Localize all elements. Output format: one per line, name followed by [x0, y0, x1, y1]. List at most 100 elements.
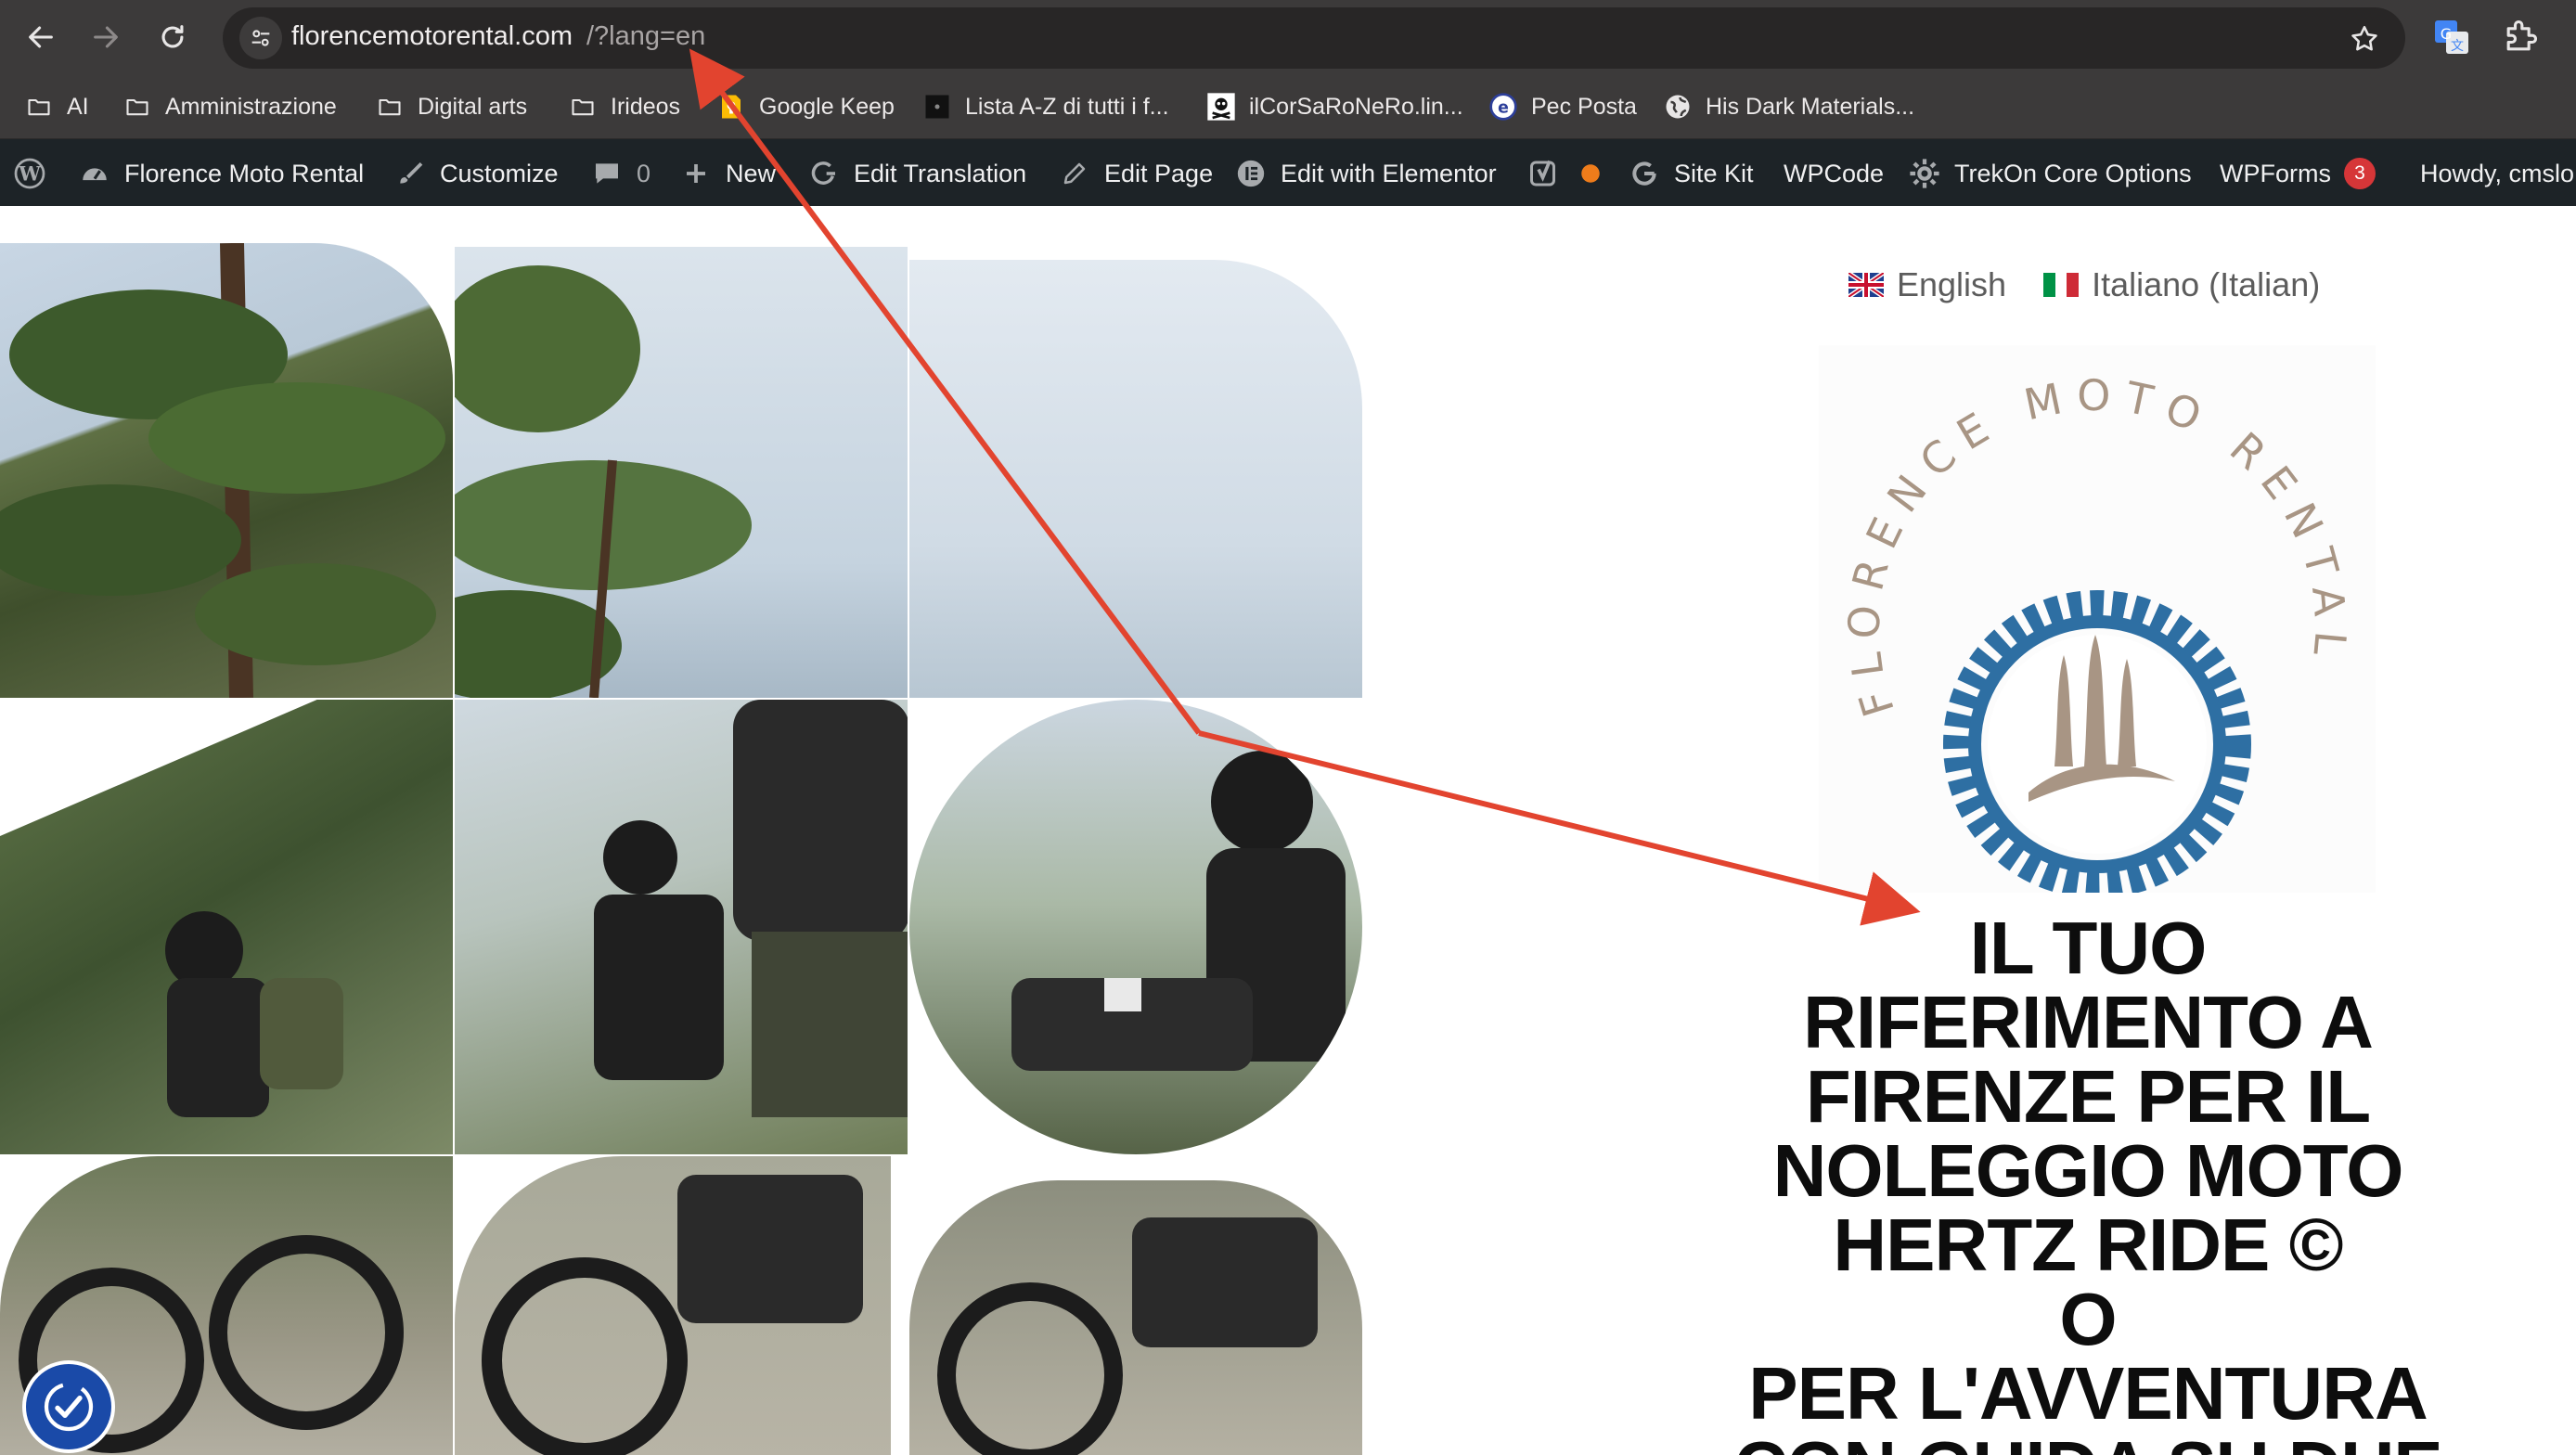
reload-button[interactable]: [148, 13, 197, 61]
website-page: English Italiano (Italian) FLORENCE MOTO…: [0, 206, 2576, 1455]
bookmark-label: His Dark Materials...: [1706, 93, 1915, 120]
admin-site-name-label: Florence Moto Rental: [124, 159, 365, 187]
admin-wpforms-label: WPForms: [2220, 159, 2331, 187]
bookmark-label: Google Keep: [759, 93, 895, 120]
admin-site-kit[interactable]: Site Kit: [1628, 156, 1754, 191]
seo-status-dot-icon: [1574, 157, 1607, 190]
bookmark-amministrazione[interactable]: Amministrazione: [122, 90, 337, 123]
forward-arrow-icon: [94, 26, 118, 48]
folder-icon: [568, 92, 598, 122]
url-path[interactable]: /?lang=en: [586, 21, 705, 52]
site-info-button[interactable]: [239, 17, 282, 59]
admin-edit-elementor-label: Edit with Elementor: [1281, 159, 1497, 187]
back-button[interactable]: [17, 13, 65, 61]
dashboard-gauge-icon: [78, 157, 111, 190]
bookmark-label: Irideos: [611, 93, 681, 120]
uk-flag-icon: [1848, 273, 1884, 297]
yoast-icon: [1527, 157, 1561, 190]
italy-flag-icon: [2043, 273, 2080, 297]
address-bar[interactable]: florencemotorental.com /?lang=en: [223, 7, 2405, 69]
admin-wpcode-label: WPCode: [1784, 159, 1885, 187]
admin-edit-elementor[interactable]: Edit with Elementor: [1234, 156, 1497, 191]
admin-wpcode[interactable]: WPCode: [1784, 156, 1884, 191]
admin-wpforms[interactable]: WPForms 3: [2220, 156, 2376, 191]
bookmark-star-button[interactable]: [2344, 19, 2385, 59]
admin-edit-translation-label: Edit Translation: [854, 159, 1027, 187]
florence-moto-rental-logo[interactable]: FLORENCE MOTO RENTAL: [1819, 345, 2376, 893]
hero-heading: IL TUO RIFERIMENTO A FIRENZE PER IL NOLE…: [1615, 911, 2561, 1455]
plus-icon: [679, 157, 713, 190]
wp-admin-bar: W Florence Moto Rental Customize 0 New E…: [0, 139, 2576, 206]
bookmark-label: Digital arts: [418, 93, 528, 120]
language-italian-link[interactable]: Italiano (Italian): [2043, 265, 2320, 304]
admin-edit-translation[interactable]: Edit Translation: [807, 156, 1026, 191]
photo-rider-forest-tile: [0, 700, 453, 1154]
reload-icon: [161, 25, 184, 48]
bookmark-lista-a-z[interactable]: Lista A-Z di tutti i f...: [922, 90, 1169, 123]
admin-site-name[interactable]: Florence Moto Rental: [78, 156, 364, 191]
hero-heading-line: IL TUO: [1969, 907, 2208, 989]
folder-icon: [375, 92, 405, 122]
svg-text:文: 文: [2451, 39, 2464, 54]
admin-trekon-options[interactable]: TrekOn Core Options: [1908, 156, 2192, 191]
google-translate-icon[interactable]: G 文: [2433, 19, 2470, 56]
hero-heading-line: HERTZ RIDE ©: [1833, 1204, 2343, 1286]
google-keep-icon: [716, 92, 746, 122]
forward-button[interactable]: [82, 13, 130, 61]
language-english-label: English: [1897, 265, 2007, 303]
photo-riders-bike-tile: [455, 700, 908, 1154]
pec-favicon: e: [1488, 92, 1518, 122]
gear-icon: [1908, 157, 1941, 190]
hero-heading-line: CON GUIDA SU DUE: [1615, 1431, 2561, 1455]
language-english-link[interactable]: English: [1848, 265, 2006, 304]
hero-heading-line: RIFERIMENTO A: [1803, 981, 2374, 1063]
wordpress-icon: W: [13, 157, 46, 190]
admin-comments[interactable]: 0: [590, 156, 650, 191]
language-switcher: English Italiano (Italian): [1848, 265, 2320, 304]
photo-ebike-frame-tile: [909, 1180, 1362, 1455]
bookmark-his-dark-materials[interactable]: His Dark Materials...: [1663, 90, 1914, 123]
accessibility-widget-button[interactable]: [26, 1364, 111, 1449]
admin-howdy-label: Howdy, cmslo: [2420, 159, 2575, 187]
pencil-icon: [1058, 157, 1091, 190]
bookmarks-bar: AI Amministrazione Digital arts Irideos …: [0, 74, 2576, 139]
extensions-puzzle-icon[interactable]: [2500, 17, 2541, 58]
bookmark-irideos[interactable]: Irideos: [568, 90, 680, 123]
back-arrow-icon: [29, 26, 53, 48]
elementor-icon: [1234, 157, 1268, 190]
bookmark-label: Pec Posta: [1531, 93, 1637, 120]
bookmark-ai[interactable]: AI: [24, 90, 89, 123]
bookmark-label: ilCorSaRoNeRo.lin...: [1249, 93, 1463, 120]
star-icon: [2351, 25, 2377, 51]
wp-logo-menu[interactable]: W: [13, 156, 46, 191]
bookmark-label: Amministrazione: [165, 93, 337, 120]
admin-trekon-label: TrekOn Core Options: [1954, 159, 2192, 187]
accessibility-check-icon: [44, 1382, 94, 1432]
bookmark-ilcorsaronero[interactable]: ilCorSaRoNeRo.lin...: [1206, 90, 1463, 123]
hero-heading-line: FIRENZE PER IL: [1805, 1055, 2371, 1138]
hero-heading-line: O: [2059, 1278, 2117, 1360]
admin-site-kit-label: Site Kit: [1674, 159, 1754, 187]
admin-new[interactable]: New: [679, 156, 776, 191]
bookmark-pec-posta[interactable]: e Pec Posta: [1488, 90, 1637, 123]
folder-icon: [122, 92, 152, 122]
browser-toolbar: florencemotorental.com /?lang=en G 文: [0, 0, 2576, 74]
admin-new-label: New: [726, 159, 777, 187]
photo-sky-tile: [909, 260, 1362, 698]
photo-pine-tree-tile: [0, 243, 453, 698]
bookmark-label: AI: [67, 93, 89, 120]
bookmark-google-keep[interactable]: Google Keep: [716, 90, 895, 123]
admin-comments-count: 0: [637, 159, 651, 187]
site-favicon: [922, 92, 952, 122]
paintbrush-icon: [393, 157, 427, 190]
hero-heading-line: PER L'AVVENTURA: [1748, 1352, 2428, 1435]
admin-customize[interactable]: Customize: [393, 156, 559, 191]
bookmark-digital-arts[interactable]: Digital arts: [375, 90, 527, 123]
admin-howdy-account[interactable]: Howdy, cmslo: [2420, 156, 2574, 191]
url-host[interactable]: florencemotorental.com: [291, 21, 573, 52]
photo-woman-helmet-tile: [909, 700, 1362, 1154]
admin-edit-page[interactable]: Edit Page: [1058, 156, 1213, 191]
bookmark-label: Lista A-Z di tutti i f...: [965, 93, 1169, 120]
translation-icon: [807, 157, 841, 190]
admin-yoast[interactable]: [1527, 156, 1607, 191]
